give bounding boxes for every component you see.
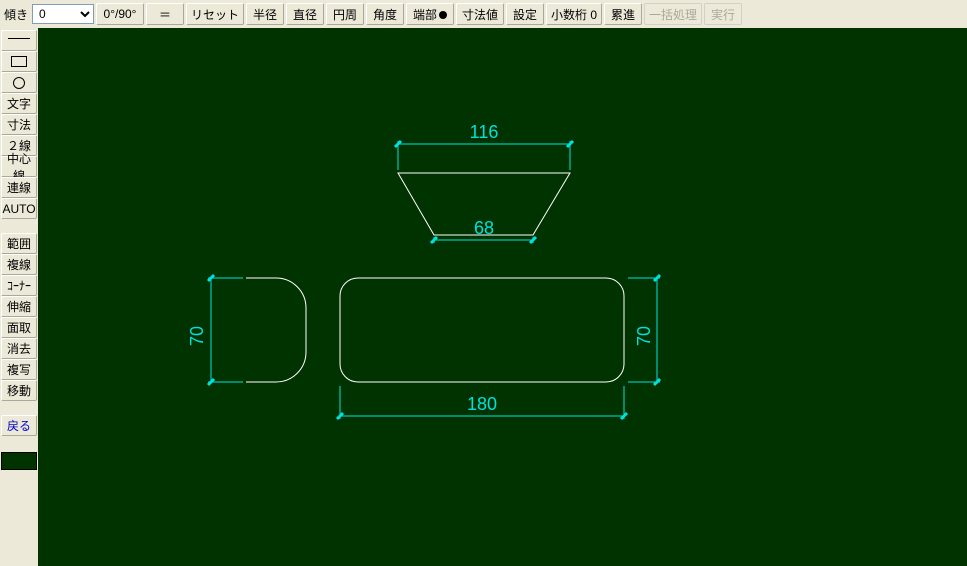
multiline-tool-button[interactable]: 複線 xyxy=(1,254,37,275)
radius-button[interactable]: 半径 xyxy=(246,3,284,25)
endpoint-dot-icon xyxy=(439,11,447,19)
rect-tool-button[interactable] xyxy=(1,51,37,72)
stretch-tool-button[interactable]: 伸縮 xyxy=(1,296,37,317)
range-tool-button[interactable]: 範囲 xyxy=(1,233,37,254)
circle-tool-button[interactable] xyxy=(1,72,37,93)
dim-left-height: 70 xyxy=(187,326,207,346)
dim-main-width: 180 xyxy=(467,394,497,414)
incremental-button[interactable]: 累進 xyxy=(604,3,642,25)
circumference-button[interactable]: 円周 xyxy=(326,3,364,25)
batch-button[interactable]: 一括処理 xyxy=(644,3,702,25)
drawing-svg: 116 68 70 70 xyxy=(38,28,967,566)
dim-tool-button[interactable]: 寸法 xyxy=(1,114,37,135)
dim-right-height: 70 xyxy=(634,326,654,346)
line-tool-button[interactable] xyxy=(1,30,37,51)
decimal-button[interactable]: 小数桁 0 xyxy=(546,3,602,25)
color-swatch[interactable] xyxy=(1,452,37,470)
tilt-select[interactable]: 0 xyxy=(32,4,94,24)
diameter-button[interactable]: 直径 xyxy=(286,3,324,25)
endpoint-button[interactable]: 端部 xyxy=(406,3,454,25)
left-toolbar: 文字 寸法 ２線 中心線 連線 AUTO 範囲 複線 ｺｰﾅｰ 伸縮 面取 消去… xyxy=(0,28,38,566)
angle-button[interactable]: 角度 xyxy=(366,3,404,25)
circle-icon xyxy=(13,77,25,89)
main-shape xyxy=(340,278,624,382)
rectangle-icon xyxy=(11,56,27,67)
text-tool-button[interactable]: 文字 xyxy=(1,93,37,114)
erase-tool-button[interactable]: 消去 xyxy=(1,338,37,359)
degree-button[interactable]: 0°/90° xyxy=(96,3,144,25)
dim-bottom-width: 68 xyxy=(474,218,494,238)
tilt-label: 傾き xyxy=(4,6,28,23)
return-button[interactable]: 戻る xyxy=(1,415,37,436)
move-tool-button[interactable]: 移動 xyxy=(1,380,37,401)
chamfer-tool-button[interactable]: 面取 xyxy=(1,317,37,338)
corner-tool-button[interactable]: ｺｰﾅｰ xyxy=(1,275,37,296)
copy-tool-button[interactable]: 複写 xyxy=(1,359,37,380)
settings-button[interactable]: 設定 xyxy=(506,3,544,25)
left-piece-shape xyxy=(246,278,306,382)
top-toolbar: 傾き 0 0°/90° ＝ リセット 半径 直径 円周 角度 端部 寸法値 設定… xyxy=(0,0,967,28)
auto-tool-button[interactable]: AUTO xyxy=(1,198,37,219)
dim-value-button[interactable]: 寸法値 xyxy=(456,3,504,25)
line-icon xyxy=(8,38,30,50)
centerline-tool-button[interactable]: 中心線 xyxy=(1,156,37,177)
polyline-tool-button[interactable]: 連線 xyxy=(1,177,37,198)
equal-button[interactable]: ＝ xyxy=(146,3,184,25)
drawing-canvas[interactable]: 116 68 70 70 xyxy=(38,28,967,566)
reset-button[interactable]: リセット xyxy=(186,3,244,25)
dim-top-width: 116 xyxy=(470,122,499,142)
execute-button[interactable]: 実行 xyxy=(704,3,742,25)
